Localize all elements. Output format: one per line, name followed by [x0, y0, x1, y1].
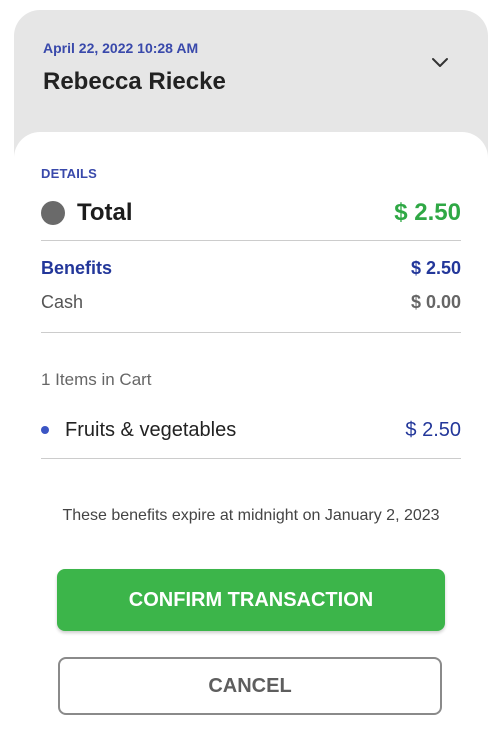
benefits-amount: $ 2.50: [410, 257, 461, 278]
total-row: Total $ 2.50: [41, 196, 461, 230]
confirm-transaction-button[interactable]: CONFIRM TRANSACTION: [57, 569, 445, 631]
chevron-down-icon[interactable]: [428, 50, 452, 74]
transaction-datetime: April 22, 2022 10:28 AM: [43, 40, 199, 56]
list-item: Fruits & vegetables $ 2.50: [41, 416, 461, 444]
expiration-notice: These benefits expire at midnight on Jan…: [62, 507, 440, 524]
divider: [41, 332, 461, 333]
cash-row: Cash $ 0.00: [41, 290, 461, 314]
cart-items-count: 1 Items in Cart: [41, 370, 152, 389]
transaction-header[interactable]: April 22, 2022 10:28 AM Rebecca Riecke: [14, 10, 488, 140]
total-amount: $ 2.50: [394, 199, 461, 226]
total-status-dot: [41, 201, 65, 225]
customer-name: Rebecca Riecke: [43, 68, 226, 95]
details-section-label: DETAILS: [41, 166, 98, 181]
cash-amount: $ 0.00: [410, 291, 461, 312]
benefits-row: Benefits $ 2.50: [41, 256, 461, 280]
details-card: DETAILS Total $ 2.50 Benefits $ 2.50 Cas…: [14, 132, 488, 740]
cancel-button[interactable]: CANCEL: [58, 657, 442, 715]
divider: [41, 458, 461, 459]
total-label: Total: [77, 199, 133, 226]
divider: [41, 240, 461, 241]
transaction-sheet: April 22, 2022 10:28 AM Rebecca Riecke D…: [14, 10, 488, 740]
bullet-icon: [41, 426, 49, 434]
benefits-label: Benefits: [41, 257, 113, 278]
cart-item-amount: $ 2.50: [405, 418, 461, 441]
cart-item-label: Fruits & vegetables: [65, 418, 237, 441]
cash-label: Cash: [41, 291, 84, 312]
